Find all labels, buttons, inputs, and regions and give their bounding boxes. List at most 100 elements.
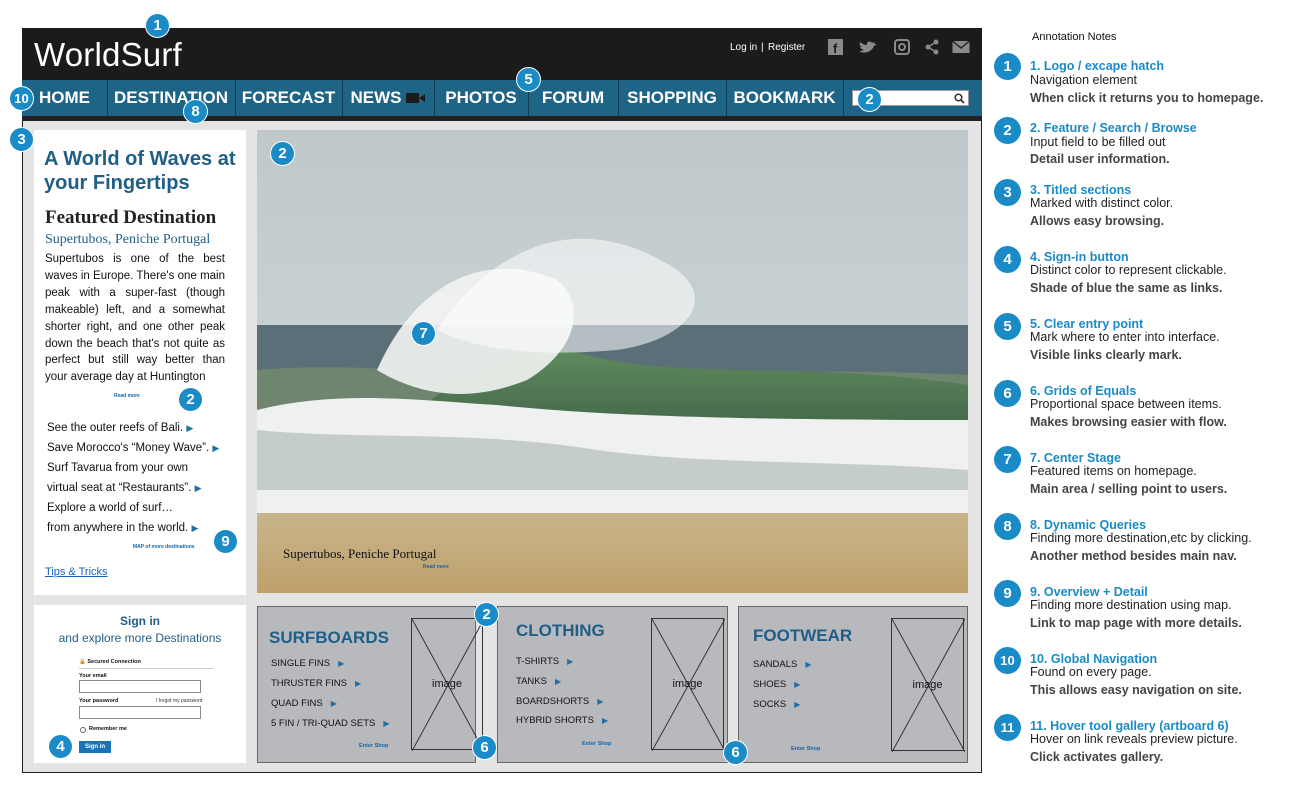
arrow-right-icon: ▶: [805, 660, 812, 669]
note-badge: 9: [994, 580, 1021, 607]
notes-title: Annotation Notes: [1032, 31, 1117, 43]
signin-button[interactable]: Sign in: [79, 741, 111, 753]
hero-title: A World of Waves at your Fingertips: [44, 148, 236, 194]
shop-title[interactable]: FOOTWEAR: [753, 626, 852, 646]
arrow-right-icon: ▶: [330, 699, 337, 708]
shop-title[interactable]: CLOTHING: [516, 621, 605, 641]
remember-me-radio[interactable]: [80, 727, 86, 733]
arrow-right-icon: ▶: [554, 677, 562, 686]
note-title: 3. Titled sections: [1030, 183, 1132, 197]
enter-shop-link[interactable]: Enter Shop: [582, 741, 611, 747]
note-detail: Shade of blue the same as links.: [1030, 281, 1223, 295]
email-field[interactable]: [79, 680, 201, 693]
note-detail: Allows easy browsing.: [1030, 214, 1165, 228]
note-detail: This allows easy navigation on site.: [1030, 683, 1242, 697]
password-label: Your password: [79, 698, 119, 704]
forgot-password-link[interactable]: I forgot my password: [156, 698, 202, 704]
nav-photos[interactable]: PHOTOS: [434, 80, 528, 116]
nav-bookmark[interactable]: BOOKMARK: [726, 80, 843, 116]
shop-item[interactable]: TANKS ▶: [516, 676, 561, 687]
facebook-icon[interactable]: f: [826, 38, 844, 56]
instagram-icon[interactable]: [893, 38, 911, 56]
note-badge: 2: [994, 117, 1021, 144]
nav-forecast[interactable]: FORECAST: [235, 80, 342, 116]
arrow-right-icon: ▶: [194, 483, 202, 493]
shop-item-label: 5 FIN / TRI-QUAD SETS: [271, 718, 376, 729]
footwear-shop: FOOTWEAR SANDALS ▶ SHOES ▶ SOCKS ▶ image En…: [738, 606, 968, 763]
nav-shopping[interactable]: SHOPPING: [618, 80, 726, 116]
featured-subtitle[interactable]: Supertubos, Peniche Portugal: [45, 232, 210, 248]
hero-wave-image[interactable]: [257, 130, 968, 593]
story-link[interactable]: virtual seat at “Restaurants”. ▶: [47, 482, 202, 494]
search-icon[interactable]: [954, 93, 965, 104]
hero-read-more-link[interactable]: Read more: [423, 564, 449, 570]
note-title: 7. Center Stage: [1030, 451, 1122, 465]
shop-item[interactable]: THRUSTER FINS ▶: [271, 678, 361, 689]
note-detail: Detail user information.: [1030, 152, 1170, 166]
note-detail: Click activates gallery.: [1030, 750, 1164, 764]
arrow-right-icon: ▶: [597, 697, 604, 706]
nav-forum[interactable]: FORUM: [528, 80, 618, 116]
twitter-icon[interactable]: [856, 38, 880, 56]
shop-item[interactable]: SANDALS ▶: [753, 659, 812, 670]
note-description: Found on every page.: [1030, 665, 1152, 679]
product-image-placeholder[interactable]: image: [651, 618, 725, 751]
map-link[interactable]: MAP of more destinations: [133, 544, 195, 550]
nav-destination[interactable]: DESTINATION: [107, 80, 235, 116]
story-link[interactable]: Save Morocco's “Money Wave”. ▶: [47, 442, 219, 454]
hero-caption: Supertubos, Peniche Portugal: [283, 546, 437, 561]
nav-divider: [843, 80, 844, 116]
note-description: Featured items on homepage.: [1030, 464, 1197, 478]
shop-title[interactable]: SURFBOARDS: [269, 628, 389, 648]
shop-item[interactable]: SHOES ▶: [753, 679, 800, 690]
note-description: Input field to be filled out: [1030, 135, 1166, 149]
story-text[interactable]: Explore a world of surf…: [47, 502, 173, 514]
secure-connection-label: 🔒 Secured Connection: [79, 659, 141, 665]
share-icon[interactable]: [923, 38, 941, 56]
shop-item-label: THRUSTER FINS: [271, 678, 347, 689]
note-detail: Another method besides main nav.: [1030, 549, 1237, 563]
note-title: 8. Dynamic Queries: [1030, 518, 1147, 532]
note-badge: 8: [994, 513, 1021, 540]
nav-news[interactable]: NEWS: [342, 80, 434, 116]
note-badge: 7: [994, 446, 1021, 473]
svg-text:f: f: [833, 41, 838, 55]
enter-shop-link[interactable]: Enter Shop: [791, 746, 820, 752]
password-field[interactable]: [79, 706, 201, 719]
secure-text: Secured Connection: [87, 659, 141, 665]
product-image-placeholder[interactable]: image: [891, 618, 965, 752]
story-text[interactable]: Surf Tavarua from your own: [47, 462, 188, 474]
arrow-right-icon: ▶: [567, 657, 574, 666]
shop-item[interactable]: QUAD FINS ▶: [271, 698, 337, 709]
shop-item-label: SHOES: [753, 679, 787, 690]
mail-icon[interactable]: [952, 38, 970, 56]
read-more-link[interactable]: Read more: [114, 393, 140, 399]
note-badge: 4: [994, 246, 1021, 273]
arrow-right-icon: ▶: [212, 443, 220, 453]
shop-item[interactable]: SOCKS ▶: [753, 699, 800, 710]
story-link[interactable]: See the outer reefs of Bali. ▶: [47, 422, 193, 434]
story-link[interactable]: from anywhere in the world. ▶: [47, 522, 198, 534]
shop-item[interactable]: BOARDSHORTS ▶: [516, 696, 603, 707]
annotation-badge: 2: [270, 141, 295, 166]
arrow-right-icon: ▶: [186, 423, 194, 433]
product-image-placeholder[interactable]: image: [411, 618, 484, 751]
shop-item[interactable]: T-SHIRTS ▶: [516, 656, 573, 667]
register-link[interactable]: Register: [768, 42, 805, 53]
tips-link[interactable]: Tips & Tricks: [45, 566, 108, 578]
note-title: 4. Sign-in button: [1030, 250, 1129, 264]
shop-item[interactable]: SINGLE FINS ▶: [271, 658, 344, 669]
note-description: Hover on link reveals preview picture.: [1030, 732, 1238, 746]
login-link[interactable]: Log in: [730, 42, 757, 53]
nav-home[interactable]: HOME: [22, 80, 107, 116]
annotation-badge: 3: [9, 127, 34, 152]
note-badge: 11: [994, 714, 1021, 741]
note-title: 2. Feature / Search / Browse: [1030, 121, 1197, 135]
shop-item[interactable]: 5 FIN / TRI-QUAD SETS ▶: [271, 718, 390, 729]
note-badge: 10: [994, 647, 1021, 674]
link-separator: |: [761, 42, 764, 53]
note-description: Finding more destination using map.: [1030, 598, 1232, 612]
site-logo[interactable]: WorldSurf: [34, 36, 182, 74]
enter-shop-link[interactable]: Enter Shop: [359, 743, 388, 749]
shop-item[interactable]: HYBRID SHORTS ▶: [516, 715, 608, 726]
